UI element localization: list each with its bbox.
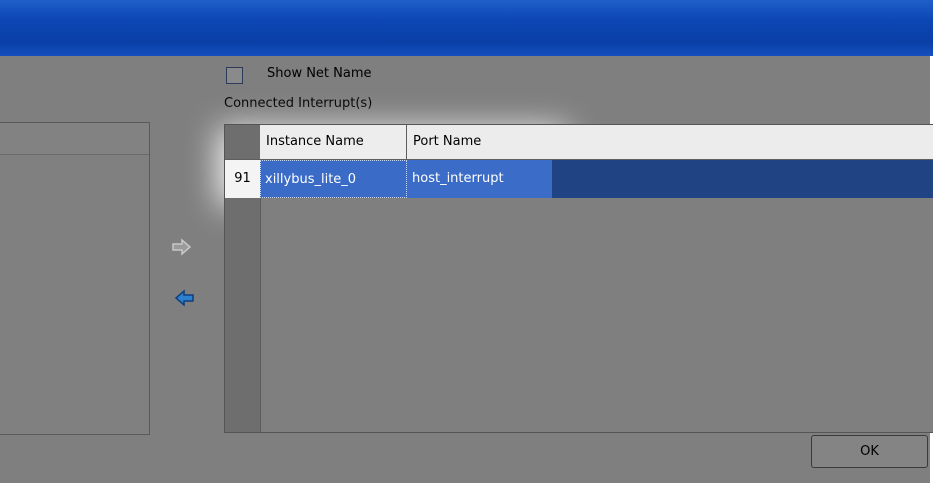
arrow-right-icon bbox=[172, 238, 192, 256]
arrow-left-icon bbox=[174, 289, 194, 307]
connected-interrupts-table[interactable]: Instance Name Port Name 91 xillybus_lite… bbox=[224, 124, 933, 433]
table-header: Instance Name Port Name bbox=[225, 125, 933, 160]
title-bar[interactable] bbox=[0, 0, 933, 56]
ok-button[interactable]: OK bbox=[811, 435, 928, 468]
instance-name-header[interactable]: Instance Name bbox=[260, 125, 407, 159]
available-interrupts-list[interactable] bbox=[0, 122, 150, 435]
port-name-cell[interactable]: host_interrupt bbox=[407, 160, 552, 198]
row-selection-fill bbox=[552, 160, 933, 198]
show-net-name-label: Show Net Name bbox=[267, 66, 372, 81]
port-name-header[interactable]: Port Name bbox=[407, 125, 933, 159]
table-row[interactable]: 91 xillybus_lite_0 host_interrupt bbox=[225, 160, 933, 198]
add-interrupt-button[interactable] bbox=[171, 238, 193, 256]
connected-interrupts-label: Connected Interrupt(s) bbox=[224, 96, 373, 111]
available-interrupts-header bbox=[0, 123, 149, 155]
row-number-header bbox=[225, 125, 261, 159]
row-number-cell: 91 bbox=[225, 160, 261, 198]
instance-name-cell[interactable]: xillybus_lite_0 bbox=[260, 160, 407, 198]
show-net-name-checkbox[interactable] bbox=[226, 67, 243, 84]
remove-interrupt-button[interactable] bbox=[173, 289, 195, 307]
dialog-window: Show Net Name Connected Interrupt(s) Ins… bbox=[0, 0, 933, 483]
